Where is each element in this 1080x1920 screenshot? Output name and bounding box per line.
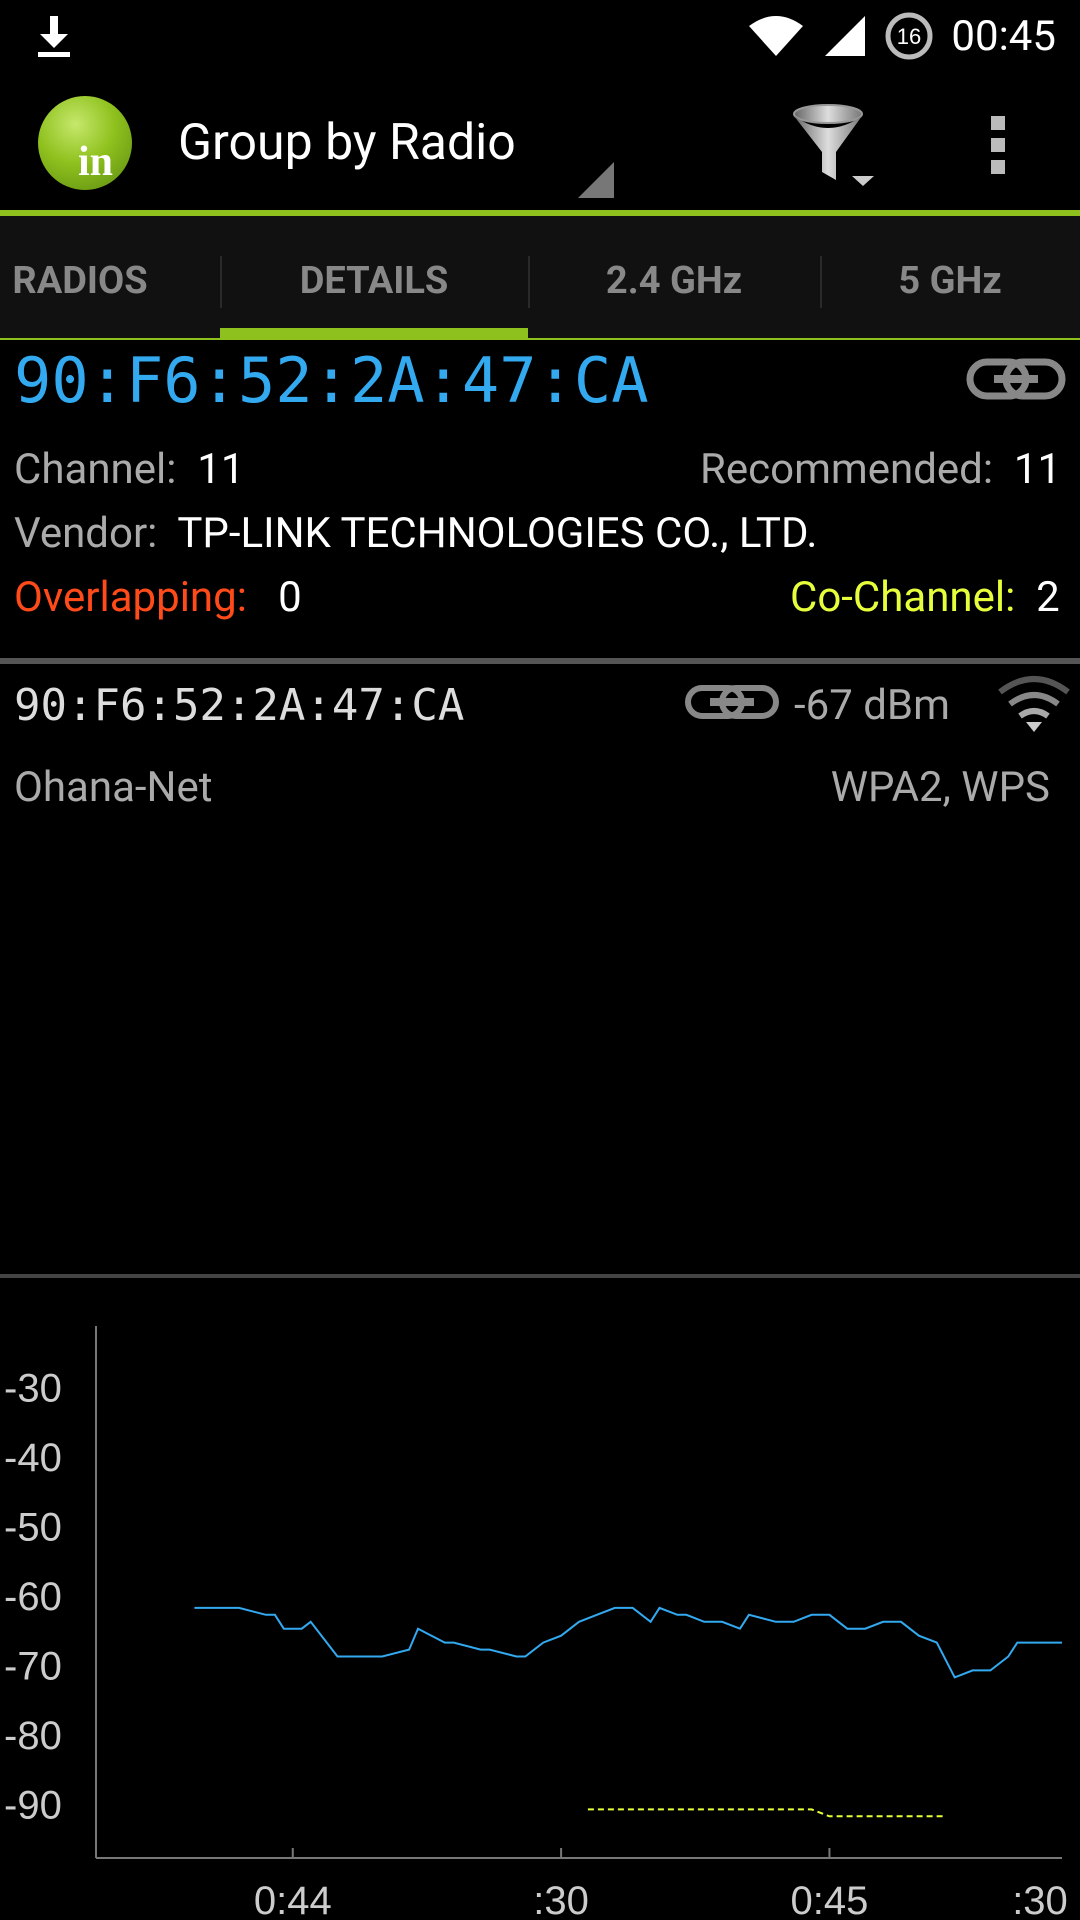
cochannel-label: Co-Channel:: [790, 573, 1016, 622]
overflow-menu-icon[interactable]: [978, 110, 1018, 180]
channel-label: Channel:: [14, 445, 177, 494]
tab-2-4-ghz[interactable]: 2.4 GHz: [528, 216, 820, 340]
ssid: Ohana-Net: [14, 763, 213, 812]
overlapping-value: 0: [278, 573, 302, 622]
channel-value: 11: [197, 445, 245, 494]
cell-signal-icon: [825, 16, 866, 56]
tab-radios[interactable]: RADIOS: [0, 216, 180, 340]
recommended-row: Recommended: 11: [700, 442, 1080, 498]
cochannel-row: Co-Channel: 2: [790, 570, 1080, 626]
vendor-label: Vendor:: [14, 509, 158, 558]
channel-row: Channel: 11: [14, 442, 244, 498]
y-tick-label: -80: [4, 1714, 62, 1758]
page-title: Group by Radio: [178, 114, 516, 172]
status-time: 00:45: [951, 11, 1056, 61]
x-tick-label: 0:45: [791, 1879, 869, 1920]
y-tick-label: -50: [4, 1506, 62, 1550]
x-tick-label: 0:44: [254, 1879, 332, 1920]
y-tick-label: -90: [4, 1783, 62, 1827]
y-tick-label: -40: [4, 1436, 62, 1480]
recommended-value: 11: [1013, 445, 1062, 494]
status-bar: 16 00:45: [0, 0, 1080, 72]
app-logo-text: in: [78, 139, 114, 185]
link-icon: [685, 685, 779, 719]
vendor-row: Vendor: TP-LINK TECHNOLOGIES CO., LTD.: [14, 506, 818, 562]
filter-icon[interactable]: [786, 100, 878, 192]
wifi-strength-icon: [998, 676, 1070, 732]
series-line-1: [587, 1808, 946, 1818]
x-tick-label: :30: [533, 1879, 589, 1920]
signal-strength: -67 dBm: [794, 681, 950, 730]
vendor-value: TP-LINK TECHNOLOGIES CO., LTD.: [177, 509, 818, 558]
tab-bar: RADIOS DETAILS 2.4 GHz 5 GHz: [0, 216, 1080, 340]
cochannel-value: 2: [1036, 573, 1060, 622]
app-logo[interactable]: in: [38, 96, 132, 190]
x-tick-label: :30: [1012, 1879, 1068, 1920]
tab-selected-indicator: [220, 328, 528, 340]
overlapping-label: Overlapping:: [14, 573, 247, 622]
notification-badge-icon: 16: [885, 12, 933, 60]
signal-history-chart: -30 -40 -50 -60 -70 -80 -90 0:44 :30 0:45 :30: [4, 1326, 1068, 1920]
download-icon: [38, 16, 70, 57]
y-tick-label: -60: [4, 1575, 62, 1619]
overlapping-row: Overlapping: 0: [14, 570, 302, 626]
details-mac-address: 90:F6:52:2A:47:CA: [14, 344, 649, 417]
svg-text:16: 16: [897, 24, 921, 49]
section-divider: [0, 658, 1080, 664]
radio-mac-address: 90:F6:52:2A:47:CA: [14, 680, 465, 731]
tab-5-ghz[interactable]: 5 GHz: [820, 216, 1080, 340]
dropdown-corner-icon: [578, 162, 614, 198]
y-tick-label: -70: [4, 1644, 62, 1688]
link-icon: [966, 358, 1066, 400]
series-line-0: [194, 1606, 1062, 1679]
action-bar: in Group by Radio: [0, 72, 1080, 212]
tab-underline: [0, 338, 1080, 340]
security-type: WPA2, WPS: [830, 763, 1050, 812]
y-tick-label: -30: [4, 1367, 62, 1411]
tab-details[interactable]: DETAILS: [220, 216, 528, 340]
chart-divider: [0, 1274, 1080, 1278]
wifi-signal-icon: [749, 16, 804, 56]
recommended-label: Recommended:: [700, 445, 994, 494]
group-by-dropdown[interactable]: Group by Radio: [178, 108, 618, 198]
